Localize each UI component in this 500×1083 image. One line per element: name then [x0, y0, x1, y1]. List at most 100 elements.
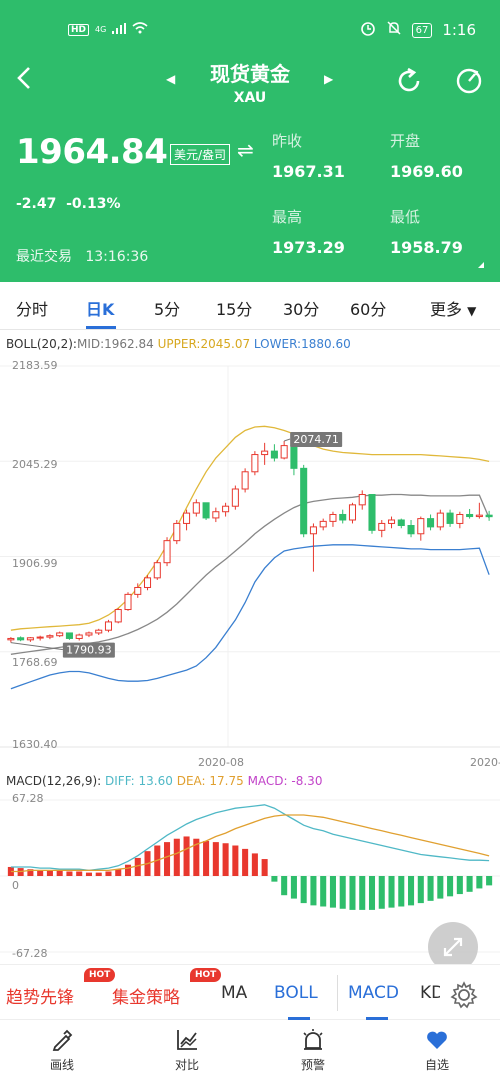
candle-body [368, 494, 376, 531]
macd-dea-line [10, 814, 490, 873]
candle-body [65, 632, 73, 639]
macd-bar [76, 871, 83, 876]
high-label: 最高 [272, 208, 303, 226]
candle-body [212, 511, 220, 519]
candle-body [417, 518, 425, 535]
macd-bar [281, 876, 288, 896]
y-tick-label: 2045.29 [12, 458, 58, 471]
last-trade-time: 13:16:36 [85, 249, 149, 265]
macd-bar [486, 876, 493, 886]
candle-body [436, 512, 444, 528]
nav-watchlist[interactable]: 自选 [402, 1028, 472, 1073]
open-value: 1969.60 [390, 162, 463, 181]
macd-bar [456, 876, 463, 895]
tab-timeshare[interactable]: 分时 [16, 296, 48, 320]
x-tick-label: 2020-08 [198, 756, 244, 769]
macd-bar [466, 876, 473, 892]
nav-draw[interactable]: 画线 [27, 1028, 97, 1073]
macd-bar [271, 876, 278, 882]
candle-body [378, 522, 386, 531]
candle-body [134, 586, 142, 595]
dropdown-icon: ▼ [467, 304, 477, 318]
candle-body [485, 514, 493, 518]
compare-chart-icon [177, 1030, 197, 1050]
refresh-icon[interactable] [394, 66, 424, 96]
macd-bar [105, 871, 112, 876]
macd-label: MACD(12,26,9): [6, 774, 102, 788]
tab-daily-k[interactable]: 日K [86, 296, 114, 320]
unit-toggle[interactable]: 美元/盎司 [170, 144, 231, 165]
tab-macd[interactable]: MACD [348, 983, 399, 1003]
price-change: -2.47 -0.13% [16, 196, 121, 212]
macd-bar [388, 876, 395, 908]
macd-bar [261, 859, 268, 876]
tab-boll[interactable]: BOLL [274, 983, 318, 1003]
boll-upper: UPPER:2045.07 [157, 337, 251, 351]
macd-value: MACD: -8.30 [247, 774, 323, 788]
open-label: 开盘 [390, 132, 421, 150]
candle-body [407, 525, 415, 535]
macd-chart[interactable] [0, 790, 500, 970]
tab-more[interactable]: 更多 ▼ [430, 296, 476, 320]
active-tab-underline [86, 326, 116, 329]
candle-body [348, 504, 357, 521]
macd-bar [183, 836, 190, 876]
boll-label: BOLL(20,2): [6, 337, 77, 351]
macd-y-tick: 67.28 [12, 792, 44, 805]
tab-ma[interactable]: MA [221, 983, 247, 1003]
hot-badge: HOT [84, 968, 116, 982]
tab-30min[interactable]: 30分 [283, 296, 319, 320]
candle-body [56, 632, 64, 637]
expand-corner-icon[interactable] [478, 262, 484, 268]
tab-60min[interactable]: 60分 [350, 296, 386, 320]
macd-dea: DEA: 17.75 [176, 774, 244, 788]
macd-diff-line [10, 804, 490, 872]
low-label: 最低 [390, 208, 421, 226]
tab-trend-pioneer[interactable]: 趋势先锋 [6, 983, 74, 1008]
last-trade: 最近交易 13:16:36 [16, 246, 148, 266]
candle-body [475, 514, 483, 518]
tab-5min[interactable]: 5分 [154, 296, 180, 320]
y-tick-label: 2183.59 [12, 359, 58, 372]
macd-bar [368, 876, 376, 910]
prev-close-label: 昨收 [272, 132, 303, 150]
auto-refresh-icon[interactable] [454, 66, 484, 96]
nav-watchlist-label: 自选 [424, 1058, 449, 1072]
macd-bar [359, 876, 366, 910]
tab-15min[interactable]: 15分 [216, 296, 252, 320]
next-instrument-icon[interactable]: ▶ [324, 72, 333, 86]
macd-bar [251, 853, 258, 876]
nav-alert[interactable]: 预警 [278, 1028, 348, 1073]
x-tick-label: 2020- [470, 756, 500, 769]
swap-unit-icon[interactable]: ⇌ [237, 138, 254, 162]
tab-strategy[interactable]: 集金策略 [112, 983, 180, 1008]
nav-compare[interactable]: 对比 [152, 1028, 222, 1073]
change-percent: -0.13% [66, 196, 121, 212]
clock-time: 1:16 [442, 21, 476, 39]
tab-kd[interactable]: KD [420, 983, 440, 1003]
nav-alert-label: 预警 [300, 1058, 325, 1072]
candle-body [387, 519, 396, 524]
candlestick-chart[interactable]: 2074.71 1790.93 [0, 354, 500, 769]
macd-bar [232, 845, 239, 876]
quote-panel: 1964.84 美元/盎司 ⇌ -2.47 -0.13% 最近交易 13:16:… [0, 114, 500, 282]
candle-body [183, 512, 191, 524]
macd-bar [203, 840, 210, 876]
macd-bar [447, 876, 454, 897]
candle-body [280, 445, 288, 459]
settings-gear-icon[interactable] [450, 981, 478, 1009]
candle-body [173, 522, 181, 542]
candle-body [75, 634, 83, 639]
candle-body [446, 512, 454, 524]
change-value: -2.47 [16, 196, 57, 212]
macd-bar [310, 876, 317, 906]
tab-separator [337, 975, 338, 1011]
y-tick-label: 1906.99 [12, 557, 58, 570]
macd-bar [66, 871, 73, 876]
macd-bar [329, 876, 336, 908]
candle-body [36, 636, 44, 639]
hd-icon: HD [68, 23, 90, 36]
y-tick-label: 1768.69 [12, 656, 58, 669]
status-bar: HD 4G 67 1:16 [0, 0, 500, 40]
macd-bar [164, 842, 171, 876]
